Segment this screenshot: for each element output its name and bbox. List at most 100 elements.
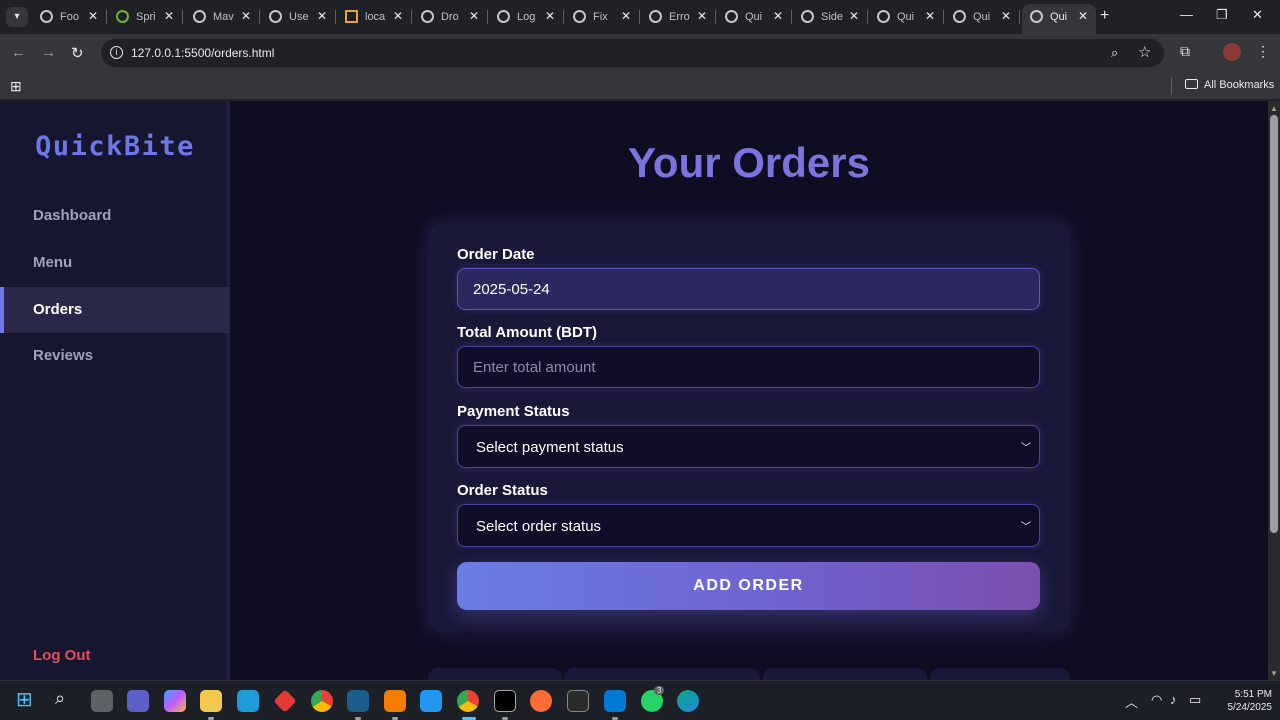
intellij-icon[interactable] — [494, 690, 516, 712]
mysql-workbench-icon[interactable] — [237, 690, 259, 712]
tab-search-icon[interactable]: ▾ — [6, 7, 28, 27]
browser-tab[interactable]: Side ✕ — [793, 4, 868, 30]
sidebar-item-orders[interactable]: Orders — [0, 287, 230, 333]
sidebar: QuickBite Dashboard Menu Orders Reviews … — [0, 101, 230, 680]
add-order-button[interactable]: ADD ORDER — [457, 562, 1040, 610]
close-icon[interactable]: ✕ — [1001, 9, 1011, 23]
orders-table-header-cell — [763, 668, 927, 680]
sidebar-item-dashboard[interactable]: Dashboard — [0, 193, 230, 239]
close-icon[interactable]: ✕ — [393, 9, 403, 23]
system-clock[interactable]: 5:51 PM 5/24/2025 — [1206, 688, 1273, 714]
tab-title: Qui — [973, 11, 991, 23]
order-date-label: Order Date — [457, 246, 535, 263]
all-bookmarks-button[interactable]: All Bookmarks — [1185, 79, 1274, 91]
browser-tab[interactable]: Foo ✕ — [32, 4, 107, 30]
tab-favicon-icon — [953, 10, 966, 23]
scrollbar-thumb[interactable] — [1270, 115, 1278, 533]
close-icon[interactable]: ✕ — [849, 9, 859, 23]
extensions-icon[interactable]: ⧉ — [1180, 43, 1190, 60]
new-tab-icon[interactable]: + — [1100, 7, 1109, 25]
tab-favicon-icon — [345, 10, 358, 23]
tray-overflow-icon[interactable]: ︿ — [1125, 692, 1138, 711]
tab-title: Use — [289, 11, 309, 23]
browser-tab[interactable]: Use ✕ — [261, 4, 336, 30]
chrome-active-icon[interactable] — [457, 690, 479, 712]
browser-tab[interactable]: Qui ✕ — [945, 4, 1020, 30]
close-icon[interactable]: ✕ — [1078, 9, 1088, 23]
browser-tab[interactable]: loca ✕ — [337, 4, 412, 30]
browser-tab[interactable]: Spri ✕ — [108, 4, 183, 30]
git-icon[interactable] — [273, 689, 297, 713]
search-icon[interactable]: ⌕ — [55, 688, 65, 709]
wifi-icon[interactable]: ◠ — [1151, 692, 1162, 708]
brand-logo[interactable]: QuickBite — [0, 131, 230, 162]
close-icon[interactable]: ✕ — [925, 9, 935, 23]
volume-icon[interactable]: ♪ — [1170, 692, 1177, 707]
minimize-icon[interactable]: — — [1180, 7, 1193, 22]
tab-title: Qui — [745, 11, 763, 23]
postman-icon[interactable] — [530, 690, 552, 712]
battery-icon[interactable]: ▭ — [1189, 692, 1201, 708]
browser-tab[interactable]: Qui ✕ — [717, 4, 792, 30]
tab-title: Qui — [1050, 11, 1068, 23]
file-explorer-icon[interactable] — [200, 690, 222, 712]
windows-start-icon[interactable]: ⊞ — [16, 687, 33, 712]
total-amount-label: Total Amount (BDT) — [457, 324, 597, 341]
order-status-label: Order Status — [457, 482, 548, 499]
scroll-up-icon[interactable]: ▲ — [1270, 104, 1278, 113]
sidebar-item-reviews[interactable]: Reviews — [0, 333, 230, 379]
profile-avatar[interactable] — [1223, 43, 1241, 61]
close-icon[interactable]: ✕ — [621, 9, 631, 23]
forward-icon[interactable]: → — [41, 44, 56, 61]
window-close-icon[interactable]: ✕ — [1252, 7, 1263, 23]
close-icon[interactable]: ✕ — [697, 9, 707, 23]
close-icon[interactable]: ✕ — [164, 9, 174, 23]
browser-tab-active[interactable]: Qui ✕ — [1022, 4, 1096, 34]
browser-tab[interactable]: Log ✕ — [489, 4, 564, 30]
close-icon[interactable]: ✕ — [317, 9, 327, 23]
browser-tab[interactable]: Qui ✕ — [869, 4, 944, 30]
terminal-icon[interactable] — [567, 690, 589, 712]
browser-tab[interactable]: Dro ✕ — [413, 4, 488, 30]
code-editor-icon[interactable] — [347, 690, 369, 712]
close-icon[interactable]: ✕ — [469, 9, 479, 23]
browser-tab[interactable]: Fix ✕ — [565, 4, 640, 30]
copilot-icon[interactable] — [164, 690, 186, 712]
bookmark-star-icon[interactable]: ☆ — [1138, 43, 1151, 61]
page-scrollbar[interactable]: ▲ ▼ — [1268, 101, 1280, 680]
page-title: Your Orders — [628, 139, 870, 186]
address-bar[interactable]: i 127.0.0.1:5500/orders.html ⌕ ☆ — [101, 39, 1164, 67]
browser-tab-strip: ▾ Foo ✕ Spri ✕ Mav ✕ Use ✕ loca ✕ Dro ✕ Log ✕ F… — [0, 0, 1280, 34]
browser-menu-icon[interactable]: ⋮ — [1256, 43, 1270, 60]
reload-icon[interactable]: ↻ — [71, 44, 84, 62]
photos-icon[interactable] — [420, 690, 442, 712]
browser-tab[interactable]: Mav ✕ — [185, 4, 260, 30]
restore-icon[interactable]: ❐ — [1216, 7, 1228, 23]
zoom-icon[interactable]: ⌕ — [1111, 45, 1118, 61]
vscode-icon[interactable] — [604, 690, 626, 712]
bookmarks-bar: ⊞ All Bookmarks — [0, 72, 1280, 100]
chrome-icon[interactable] — [311, 690, 333, 712]
order-status-select[interactable]: Select order status ﹀ — [457, 504, 1040, 547]
tab-favicon-icon — [193, 10, 206, 23]
url-text[interactable]: 127.0.0.1:5500/orders.html — [131, 46, 274, 60]
back-icon[interactable]: ← — [11, 44, 26, 61]
sidebar-item-menu[interactable]: Menu — [0, 240, 230, 286]
browser-tab[interactable]: Erro ✕ — [641, 4, 716, 30]
close-icon[interactable]: ✕ — [241, 9, 251, 23]
total-amount-input[interactable] — [457, 346, 1040, 388]
scroll-down-icon[interactable]: ▼ — [1270, 669, 1278, 678]
xampp-icon[interactable] — [384, 690, 406, 712]
edge-icon[interactable] — [677, 690, 699, 712]
close-icon[interactable]: ✕ — [773, 9, 783, 23]
close-icon[interactable]: ✕ — [545, 9, 555, 23]
teams-icon[interactable] — [127, 690, 149, 712]
task-view-icon[interactable] — [91, 690, 113, 712]
payment-status-select[interactable]: Select payment status ﹀ — [457, 425, 1040, 468]
folder-icon — [1185, 79, 1198, 89]
apps-grid-icon[interactable]: ⊞ — [10, 78, 22, 95]
logout-link[interactable]: Log Out — [33, 647, 90, 664]
order-date-input[interactable] — [457, 268, 1040, 310]
site-info-icon[interactable]: i — [110, 46, 123, 59]
close-icon[interactable]: ✕ — [88, 9, 98, 23]
